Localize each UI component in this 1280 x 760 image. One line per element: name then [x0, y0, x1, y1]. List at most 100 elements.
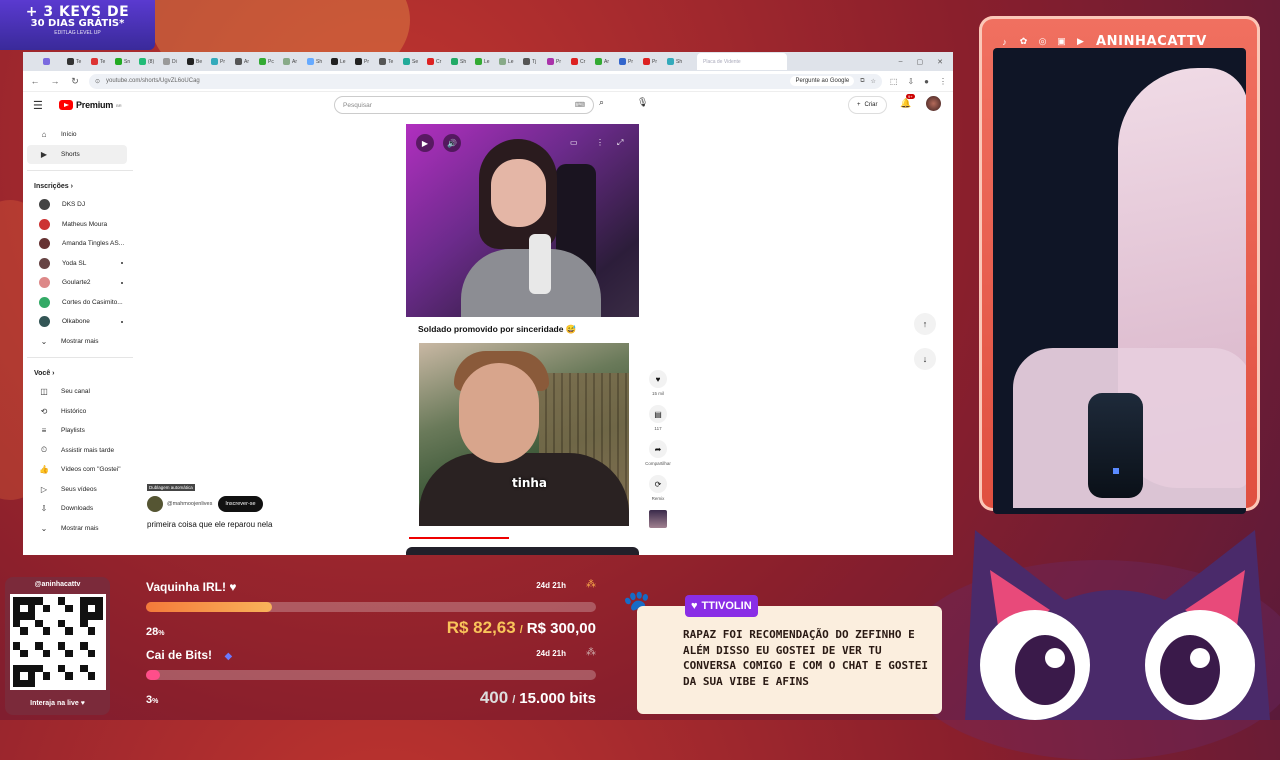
browser-tab[interactable]: Pr [619, 55, 641, 68]
browser-tab[interactable]: Pr [643, 55, 665, 68]
video-progress-bar[interactable] [409, 537, 509, 539]
extension-icon[interactable]: ⬚ [890, 77, 898, 86]
browser-tab[interactable]: Cr [571, 55, 593, 68]
short-title[interactable]: Soldado promovido por sinceridade 😅 [418, 324, 576, 335]
sidebar-item-subscription[interactable]: Cortes do Casimito... [27, 293, 127, 313]
sidebar-item-you[interactable]: ▷ Seus vídeos [27, 480, 127, 500]
browser-tab[interactable]: Te [379, 55, 401, 68]
qr-module [20, 672, 28, 680]
browser-tab[interactable]: Ar [595, 55, 617, 68]
browser-tab[interactable]: Be [187, 55, 209, 68]
sidebar-item-subscription[interactable]: Matheus Moura [27, 215, 127, 235]
address-bar[interactable]: ⊙ youtube.com/shorts/UgvZL6oUCag Pergunt… [89, 73, 882, 89]
browser-tab[interactable]: Sh [451, 55, 473, 68]
channel-avatar [39, 296, 50, 308]
browser-tab[interactable]: Tj [523, 55, 545, 68]
avatar[interactable] [926, 96, 941, 111]
sidebar-item-shorts[interactable]: ▶ Shorts [27, 144, 127, 164]
reload-icon[interactable]: ↻ [69, 76, 81, 87]
short-video-thumbnail[interactable]: tinha [419, 343, 629, 526]
sidebar-item-you[interactable]: ⏲ Assistir mais tarde [27, 441, 127, 461]
browser-tab[interactable]: (8) [139, 55, 161, 68]
sidebar-item-you[interactable]: ◫ Seu canal [27, 382, 127, 402]
minimize-icon[interactable]: – [899, 58, 903, 66]
fullscreen-icon[interactable]: ⤢ [617, 138, 623, 148]
short-video-player[interactable]: ▶ 🔊 ▭ ⋮ ⤢ [406, 124, 639, 317]
next-short-preview[interactable] [406, 547, 639, 555]
browser-tab[interactable]: Le [475, 55, 497, 68]
microphone-icon[interactable]: 🎙 [637, 97, 648, 108]
play-icon[interactable]: ▶ [416, 134, 434, 152]
sidebar-item-show-more[interactable]: ⌄ Mostrar mais [27, 332, 127, 352]
goal2-percent: 3% [146, 694, 159, 706]
channel-handle[interactable]: @mahmoojenlives [167, 501, 212, 507]
sidebar-item-you[interactable]: ⇩ Downloads [27, 499, 127, 519]
channel-avatar[interactable] [147, 496, 163, 512]
browser-tab[interactable]: Pr [355, 55, 377, 68]
browser-tab[interactable]: Cr [427, 55, 449, 68]
browser-tab[interactable]: Te [67, 55, 89, 68]
favicon-icon [523, 58, 530, 65]
browser-tab[interactable]: Pc [259, 55, 281, 68]
sidebar-item-subscription[interactable]: Goularte2 [27, 273, 127, 293]
bookmark-star-icon[interactable]: ☆ [871, 78, 876, 85]
close-icon[interactable]: ✕ [937, 58, 943, 66]
youtube-logo[interactable]: Premium BR [59, 100, 122, 110]
hamburger-menu-icon[interactable]: ☰ [33, 99, 47, 112]
sidebar-section-subscriptions[interactable]: Inscrições › [23, 177, 133, 195]
downloads-icon[interactable]: ⇩ [907, 77, 914, 86]
browser-tab[interactable]: Le [499, 55, 521, 68]
sidebar-item-you[interactable]: ⟲ Histórico [27, 402, 127, 422]
browser-tab[interactable]: Sn [115, 55, 137, 68]
sidebar-item-subscription[interactable]: Amanda Tingles AS... [27, 234, 127, 254]
remix-icon[interactable]: ⟳ [649, 475, 667, 493]
browser-tab[interactable]: Di [163, 55, 185, 68]
tab-active[interactable]: Placa de Vidente [697, 53, 787, 70]
profile-icon[interactable]: ● [924, 77, 929, 86]
notifications-bell-icon[interactable]: 🔔 9+ [900, 94, 915, 109]
browser-tab[interactable]: Ar [235, 55, 257, 68]
search-input[interactable]: Pesquisar ⌨ [334, 96, 594, 114]
sidebar-item-you[interactable]: ≡ Playlists [27, 421, 127, 441]
qr-module [65, 664, 73, 672]
create-button[interactable]: + Criar [848, 96, 887, 114]
browser-tab[interactable] [43, 55, 65, 68]
subscribe-button[interactable]: Inscrever-se [218, 496, 263, 512]
browser-tab[interactable]: Le [331, 55, 353, 68]
qr-module [95, 664, 103, 672]
browser-tab[interactable]: Se [403, 55, 425, 68]
volume-icon[interactable]: 🔊 [443, 134, 461, 152]
sidebar-item-subscription[interactable]: Yoda SL [27, 254, 127, 274]
next-short-button[interactable]: ↓ [914, 348, 936, 370]
forward-icon[interactable]: → [49, 76, 61, 86]
browser-tab[interactable]: Sh [307, 55, 329, 68]
share-icon[interactable]: ➦ [649, 440, 667, 458]
sidebar-item-subscription[interactable]: Olkabone [27, 312, 127, 332]
browser-tab[interactable]: Pr [211, 55, 233, 68]
browser-tab[interactable]: Pr [547, 55, 569, 68]
sidebar-section-you[interactable]: Você › [23, 364, 133, 382]
search-icon[interactable]: ⌕ [599, 97, 604, 108]
sidebar-item-you[interactable]: ⌄ Mostrar mais [27, 519, 127, 539]
sidebar-item-subscription[interactable]: DKS DJ [27, 195, 127, 215]
previous-short-button[interactable]: ↑ [914, 313, 936, 335]
ask-google-button[interactable]: Pergunte ao Google [790, 76, 855, 86]
youtube-header: ☰ Premium BR Pesquisar ⌨ ⌕ 🎙 + Criar 🔔 9+ [23, 92, 953, 118]
keyboard-icon[interactable]: ⌨ [575, 101, 585, 109]
menu-dots-icon[interactable]: ⋮ [939, 77, 947, 86]
browser-tab[interactable]: Ar [283, 55, 305, 68]
sidebar-item-home[interactable]: ⌂ Início [27, 125, 127, 145]
maximize-icon[interactable]: ▢ [917, 58, 924, 66]
qr-module [27, 679, 35, 687]
more-options-icon[interactable]: ⋮ [596, 138, 604, 147]
browser-tab[interactable]: Sh [667, 55, 689, 68]
browser-tab[interactable]: Te [91, 55, 113, 68]
site-info-icon[interactable]: ⊙ [95, 78, 100, 85]
sidebar-item-you[interactable]: 👍 Vídeos com "Gostei" [27, 460, 127, 480]
like-icon[interactable]: ♥ [649, 370, 667, 388]
back-icon[interactable]: ← [29, 76, 41, 86]
captions-icon[interactable]: ▭ [570, 138, 578, 147]
comment-icon[interactable]: ▤ [649, 405, 667, 423]
sound-thumbnail[interactable] [649, 510, 667, 528]
cast-icon[interactable]: ⧉ [860, 78, 864, 85]
